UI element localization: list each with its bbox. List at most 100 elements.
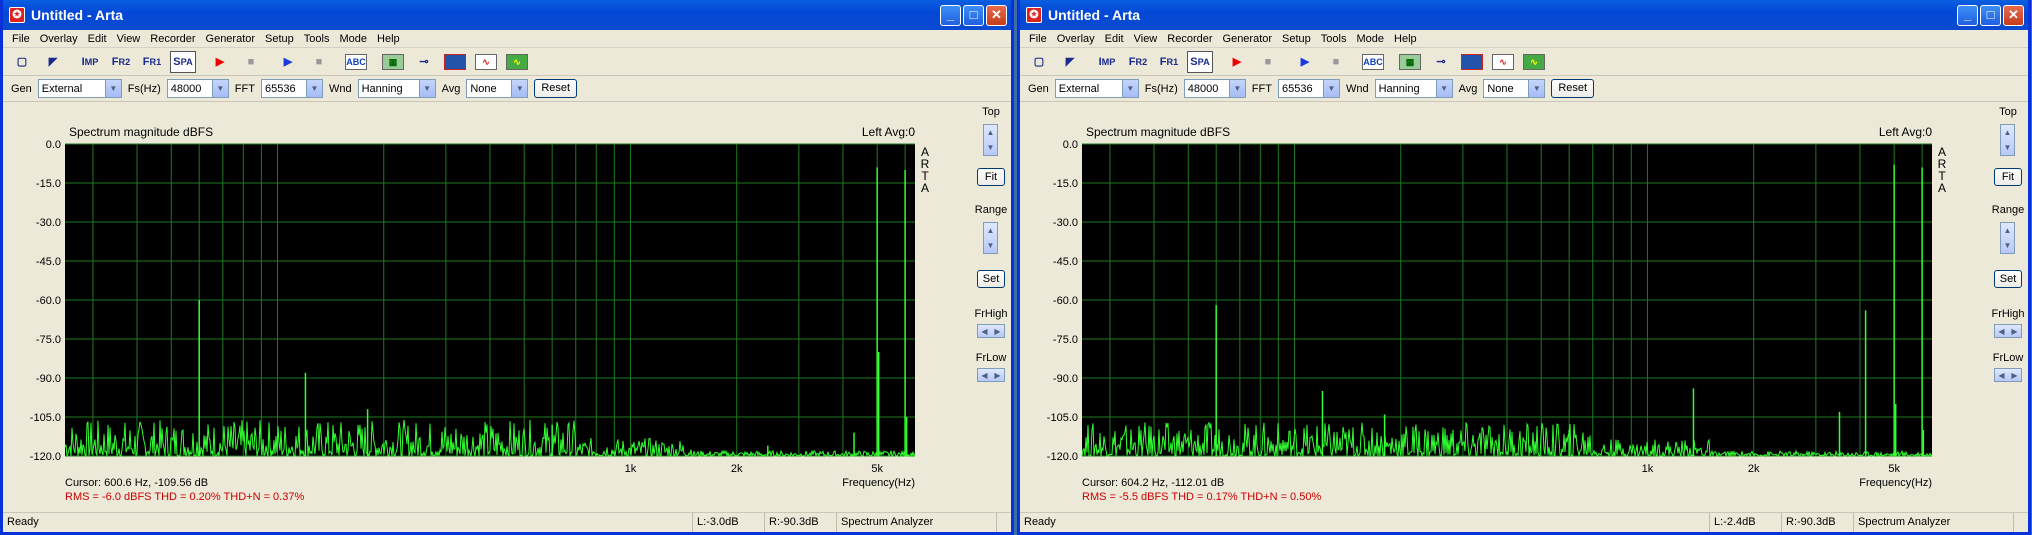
menu-item[interactable]: Generator: [201, 33, 261, 45]
fft-size-select[interactable]: 65536 ▼: [260, 79, 323, 98]
window-type-select[interactable]: Hanning ▼: [357, 79, 436, 98]
generator-select[interactable]: External ▼: [1054, 79, 1139, 98]
y-tick-label: 0.0: [46, 139, 61, 151]
spectrum-chart[interactable]: Spectrum magnitude dBFS Left Avg:0 0.0 -15.…: [7, 104, 971, 510]
spectrum-chart[interactable]: Spectrum magnitude dBFS Left Avg:0 0.0 -15.…: [1024, 104, 1988, 510]
reset-button[interactable]: Reset: [1551, 79, 1595, 98]
frlow-spinner[interactable]: ◀ ▶: [1994, 368, 2022, 382]
averaging-select[interactable]: None ▼: [1483, 79, 1546, 98]
status-mode: Spectrum Analyzer: [1854, 513, 2014, 532]
measurement-readout: RMS = -6.0 dBFS THD = 0.20% THD+N = 0.37…: [65, 491, 304, 503]
sample-rate-select[interactable]: 48000 ▼: [1183, 79, 1246, 98]
scope-icon[interactable]: ∿: [504, 51, 530, 73]
minimize-button[interactable]: _: [940, 4, 961, 26]
menu-item[interactable]: View: [112, 33, 146, 45]
abc-icon[interactable]: ABC: [343, 51, 369, 73]
generator-play-icon[interactable]: ▶: [1292, 51, 1318, 73]
open-file-icon[interactable]: ◤: [40, 51, 66, 73]
chevron-down-icon: ▼: [1121, 80, 1138, 97]
avg-label: Avg: [1458, 82, 1478, 95]
menu-item[interactable]: Generator: [1218, 33, 1278, 45]
menu-item[interactable]: Overlay: [1052, 33, 1100, 45]
window-type-select[interactable]: Hanning ▼: [1374, 79, 1453, 98]
menu-item[interactable]: Recorder: [145, 33, 200, 45]
sine-wave-icon[interactable]: ∿: [473, 51, 499, 73]
generator-play-icon[interactable]: ▶: [275, 51, 301, 73]
new-file-icon[interactable]: ▢: [1026, 51, 1052, 73]
fr1-mode-icon[interactable]: F R1: [139, 51, 165, 73]
open-file-icon[interactable]: ◤: [1057, 51, 1083, 73]
menu-bar: File Overlay Edit View Recorder Generator Setu…: [1020, 30, 2028, 48]
averaging-select[interactable]: None ▼: [466, 79, 529, 98]
arta-app-icon[interactable]: ✪: [1026, 7, 1042, 23]
new-file-icon[interactable]: ▢: [9, 51, 35, 73]
generator-stop-icon[interactable]: ■: [306, 51, 332, 73]
arta-app-icon[interactable]: ✪: [9, 7, 25, 23]
frlow-spinner[interactable]: ◀ ▶: [977, 368, 1005, 382]
generator-stop-icon[interactable]: ■: [1323, 51, 1349, 73]
menu-item[interactable]: Edit: [1100, 33, 1129, 45]
chevron-down-icon: ▼: [511, 80, 528, 97]
range-spinner[interactable]: ▲ ▼: [2000, 222, 2015, 254]
menu-item[interactable]: Overlay: [35, 33, 83, 45]
menu-item[interactable]: Tools: [299, 33, 335, 45]
fs-label: Fs(Hz): [127, 82, 161, 95]
minimize-button[interactable]: _: [1957, 4, 1978, 26]
stop-icon[interactable]: ■: [238, 51, 264, 73]
menu-item[interactable]: View: [1129, 33, 1163, 45]
spectrum-plot-area[interactable]: Spectrum magnitude dBFS Left Avg:0 0.0 -15.…: [1024, 104, 1988, 510]
impulse-mode-icon[interactable]: I MP: [77, 51, 103, 73]
fr2-mode-icon[interactable]: F R2: [108, 51, 134, 73]
fit-button[interactable]: Fit: [1994, 168, 2022, 186]
spa-mode-icon[interactable]: S PA: [1187, 50, 1213, 73]
scope-icon[interactable]: ∿: [1521, 51, 1547, 73]
impulse-mode-icon[interactable]: I MP: [1094, 51, 1120, 73]
menu-item[interactable]: Mode: [1351, 33, 1389, 45]
top-spinner[interactable]: ▲ ▼: [2000, 124, 2015, 156]
sine-wave-icon[interactable]: ∿: [1490, 51, 1516, 73]
stop-icon[interactable]: ■: [1255, 51, 1281, 73]
menu-item[interactable]: Edit: [83, 33, 112, 45]
reset-button[interactable]: Reset: [534, 79, 578, 98]
menu-item[interactable]: Help: [372, 33, 405, 45]
menu-bar: File Overlay Edit View Recorder Generator Setu…: [3, 30, 1011, 48]
menu-item[interactable]: Mode: [334, 33, 372, 45]
abc-icon[interactable]: ABC: [1360, 51, 1386, 73]
sample-rate-select[interactable]: 48000 ▼: [166, 79, 229, 98]
set-button[interactable]: Set: [1994, 270, 2022, 288]
chart-title: Spectrum magnitude dBFS: [1086, 125, 1230, 139]
parameters-bar: Gen External ▼ Fs(Hz) 48000 ▼ FFT 65536 ▼ W…: [1020, 76, 2028, 102]
maximize-button[interactable]: □: [963, 4, 984, 26]
generator-select[interactable]: External ▼: [37, 79, 122, 98]
menu-item[interactable]: Setup: [1277, 33, 1316, 45]
level-bar-icon[interactable]: [442, 51, 468, 73]
cursor-marker-icon[interactable]: ⊸: [411, 51, 437, 73]
grid-icon[interactable]: ▦: [380, 51, 406, 73]
close-button[interactable]: ✕: [986, 4, 1007, 26]
menu-item[interactable]: Tools: [1316, 33, 1352, 45]
fr2-mode-icon[interactable]: F R2: [1125, 51, 1151, 73]
record-play-icon[interactable]: ▶: [1224, 51, 1250, 73]
top-spinner[interactable]: ▲ ▼: [983, 124, 998, 156]
fit-button[interactable]: Fit: [977, 168, 1005, 186]
fft-size-select[interactable]: 65536 ▼: [1277, 79, 1340, 98]
grid-icon[interactable]: ▦: [1397, 51, 1423, 73]
level-bar-icon[interactable]: [1459, 51, 1485, 73]
menu-item[interactable]: Help: [1389, 33, 1422, 45]
maximize-button[interactable]: □: [1980, 4, 2001, 26]
gen-label: Gen: [11, 82, 32, 95]
spectrum-plot-area[interactable]: Spectrum magnitude dBFS Left Avg:0 0.0 -15.…: [7, 104, 971, 510]
frhigh-spinner[interactable]: ◀ ▶: [1994, 324, 2022, 338]
record-play-icon[interactable]: ▶: [207, 51, 233, 73]
cursor-marker-icon[interactable]: ⊸: [1428, 51, 1454, 73]
menu-item[interactable]: File: [1024, 33, 1052, 45]
frhigh-spinner[interactable]: ◀ ▶: [977, 324, 1005, 338]
close-button[interactable]: ✕: [2003, 4, 2024, 26]
spa-mode-icon[interactable]: S PA: [170, 50, 196, 73]
menu-item[interactable]: Setup: [260, 33, 299, 45]
menu-item[interactable]: Recorder: [1162, 33, 1217, 45]
fr1-mode-icon[interactable]: F R1: [1156, 51, 1182, 73]
menu-item[interactable]: File: [7, 33, 35, 45]
set-button[interactable]: Set: [977, 270, 1005, 288]
range-spinner[interactable]: ▲ ▼: [983, 222, 998, 254]
